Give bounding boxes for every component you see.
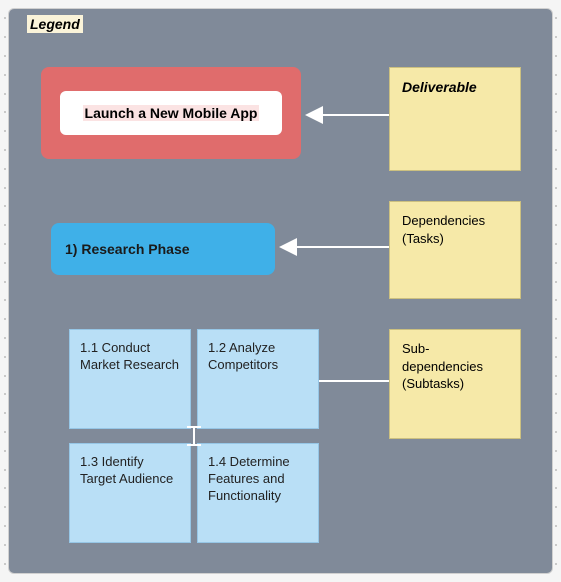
legend-canvas: Legend Launch a New Mobile App Deliverab… — [8, 8, 553, 574]
subtask-1-1: 1.1 Conduct Market Research — [69, 329, 191, 429]
subtask-1-4: 1.4 Determine Features and Functionality — [197, 443, 319, 543]
subtask-1-2: 1.2 Analyze Competitors — [197, 329, 319, 429]
deliverable-label: Launch a New Mobile App — [83, 105, 260, 121]
deliverable-card: Launch a New Mobile App — [41, 67, 301, 159]
note-subdependencies: Sub-dependencies (Subtasks) — [389, 329, 521, 439]
grid-dots-left — [1, 9, 9, 573]
task-label: 1) Research Phase — [65, 241, 190, 257]
subtask-1-3: 1.3 Identify Target Audience — [69, 443, 191, 543]
note-deliverable: Deliverable — [389, 67, 521, 171]
grid-dots-right — [552, 9, 560, 573]
deliverable-label-box: Launch a New Mobile App — [60, 91, 282, 135]
note-dependencies: Dependencies (Tasks) — [389, 201, 521, 299]
task-card: 1) Research Phase — [51, 223, 275, 275]
legend-title: Legend — [27, 15, 83, 33]
